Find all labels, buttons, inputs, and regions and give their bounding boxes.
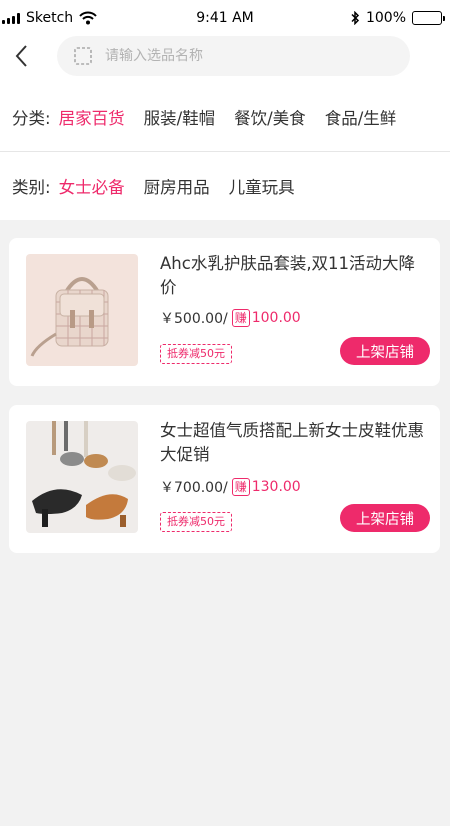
search-bar[interactable] [57, 36, 410, 76]
type-filter: 类别: 女士必备 厨房用品 儿童玩具 [0, 152, 450, 220]
type-filter-label: 类别: [12, 178, 51, 197]
back-button[interactable] [10, 42, 34, 70]
bluetooth-icon [351, 11, 360, 25]
price-row: ￥700.00/ 赚 130.00 [160, 477, 301, 497]
product-price: ￥500.00/ [160, 311, 228, 327]
earn-badge: 赚 [231, 478, 250, 496]
price-row: ￥500.00/ 赚 100.00 [160, 308, 301, 328]
product-price: ￥700.00/ [160, 480, 228, 496]
product-card[interactable]: Ahc水乳护肤品套装,双11活动大降价 ￥500.00/ 赚 100.00 抵券… [9, 238, 440, 386]
category-filter-label: 分类: [12, 108, 51, 128]
category-filter: 分类: 居家百货 服装/鞋帽 餐饮/美食 食品/生鲜 [0, 82, 450, 152]
earn-badge: 赚 [231, 309, 250, 327]
coupon-tag: 抵券减50元 [160, 344, 232, 364]
category-item-home-goods[interactable]: 居家百货 [59, 105, 125, 129]
chevron-left-icon [15, 45, 27, 67]
product-card[interactable]: 女士超值气质搭配上新女士皮鞋优惠大促销 ￥700.00/ 赚 130.00 抵券… [9, 405, 440, 553]
header-area: Sketch 9:41 AM 100% 请输入选品名称 分类: 居家百货 服装/… [0, 0, 450, 220]
list-in-store-button[interactable]: 上架店铺 [340, 504, 430, 532]
category-item-fresh-food[interactable]: 食品/生鲜 [325, 105, 397, 129]
category-item-dining[interactable]: 餐饮/美食 [234, 105, 306, 129]
shoes-image[interactable] [26, 421, 138, 533]
nav-bar [0, 36, 450, 76]
scan-icon [74, 47, 92, 65]
type-item-kids-toys[interactable]: 儿童玩具 [229, 174, 295, 198]
earn-amount: 100.00 [251, 310, 301, 326]
type-item-women-essentials[interactable]: 女士必备 [59, 174, 125, 198]
type-item-kitchen[interactable]: 厨房用品 [144, 174, 210, 198]
status-right: 100% [350, 10, 445, 26]
status-bar: Sketch 9:41 AM 100% [0, 0, 450, 36]
list-in-store-button[interactable]: 上架店铺 [340, 337, 430, 365]
battery-icon [412, 11, 445, 25]
category-item-clothing[interactable]: 服装/鞋帽 [144, 105, 216, 129]
product-list: Ahc水乳护肤品套装,双11活动大降价 ￥500.00/ 赚 100.00 抵券… [0, 220, 450, 553]
product-title: 女士超值气质搭配上新女士皮鞋优惠大促销 [160, 421, 424, 464]
search-input[interactable] [105, 48, 365, 64]
battery-percent: 100% [365, 10, 406, 26]
handbag-image[interactable] [26, 254, 138, 366]
coupon-tag: 抵券减50元 [160, 512, 232, 532]
earn-amount: 130.00 [251, 479, 301, 495]
product-title: Ahc水乳护肤品套装,双11活动大降价 [160, 254, 416, 297]
